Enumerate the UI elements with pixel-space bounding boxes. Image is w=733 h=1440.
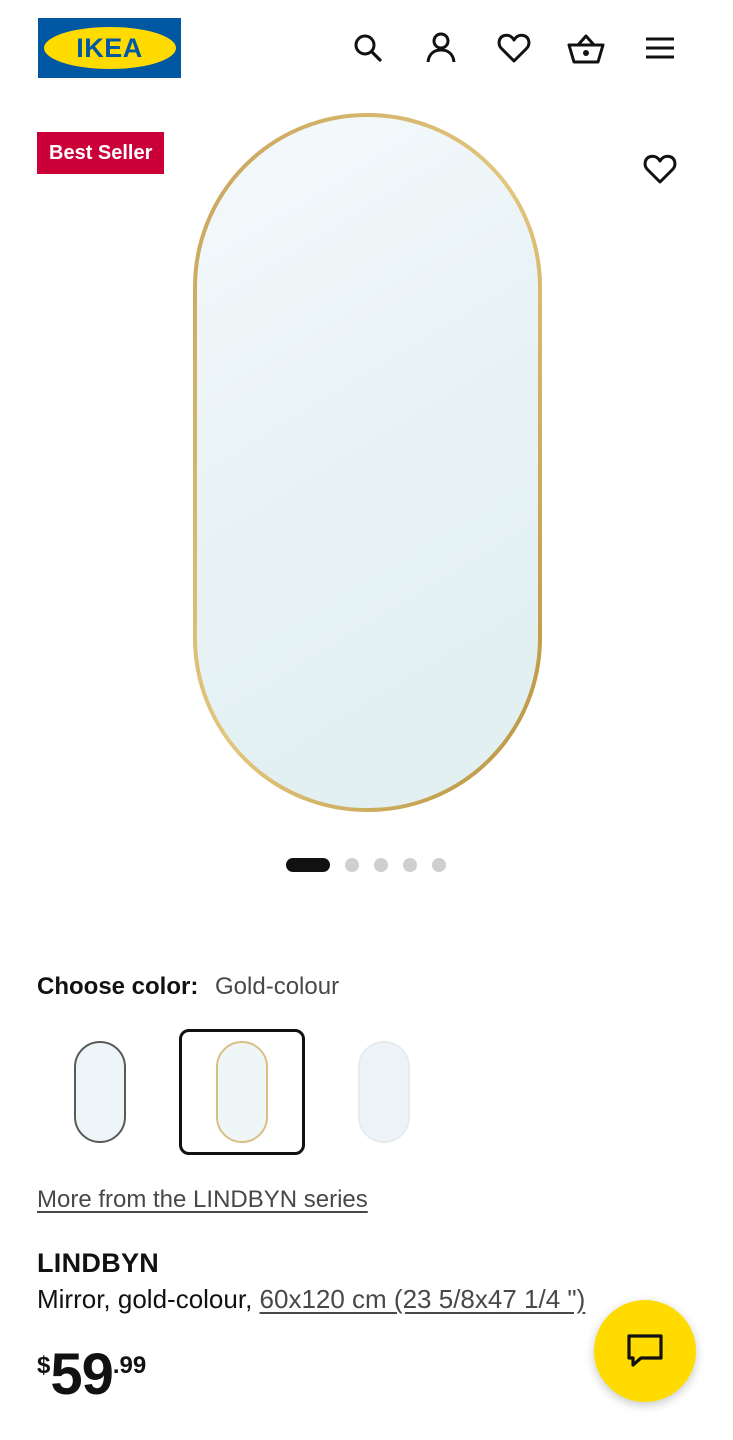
- color-swatch-white[interactable]: [321, 1029, 447, 1155]
- add-to-favourites-button[interactable]: [638, 147, 682, 191]
- product-size-link[interactable]: 60x120 cm (23 5/8x47 1/4 "): [260, 1284, 586, 1314]
- pagination-dot-active[interactable]: [286, 858, 330, 872]
- price-currency: $: [37, 1352, 51, 1379]
- chat-icon: [627, 1334, 663, 1367]
- chat-button[interactable]: [594, 1300, 696, 1402]
- product-name: LINDBYN: [37, 1248, 160, 1278]
- product-description: Mirror, gold-colour, 60x120 cm (23 5/8x4…: [37, 1284, 585, 1315]
- product-price: $ 59 .99: [37, 1342, 146, 1408]
- choose-color-label: Choose color:: [37, 973, 199, 1000]
- product-image-gallery[interactable]: [0, 100, 733, 840]
- price-integer: 59: [50, 1342, 114, 1407]
- pagination-dot[interactable]: [432, 858, 446, 872]
- color-swatch-black[interactable]: [37, 1029, 163, 1155]
- logo-oval: IKEA: [43, 27, 176, 69]
- series-link[interactable]: More from the LINDBYN series: [37, 1186, 368, 1214]
- heart-icon: [643, 154, 677, 184]
- pagination-dot[interactable]: [403, 858, 417, 872]
- color-chooser-label-row: Choose color: Gold-colour: [37, 970, 339, 1004]
- color-swatch-gold[interactable]: [179, 1029, 305, 1155]
- search-icon[interactable]: [348, 28, 388, 68]
- top-navigation: IKEA: [0, 0, 733, 96]
- pagination-dot[interactable]: [374, 858, 388, 872]
- account-icon[interactable]: [421, 28, 461, 68]
- best-seller-badge: Best Seller: [37, 132, 165, 174]
- product-description-text: Mirror, gold-colour,: [37, 1284, 260, 1314]
- pagination-dot[interactable]: [345, 858, 359, 872]
- price-decimals: .99: [112, 1352, 147, 1379]
- ikea-logo[interactable]: IKEA: [38, 18, 181, 78]
- selected-color-value: Gold-colour: [215, 973, 340, 1000]
- logo-text: IKEA: [76, 32, 143, 63]
- mirror-image: [193, 113, 542, 812]
- menu-icon[interactable]: [640, 28, 680, 68]
- basket-icon[interactable]: [566, 28, 606, 68]
- heart-icon[interactable]: [494, 28, 534, 68]
- image-pagination: [286, 856, 446, 874]
- product-page: IKEA Best Seller Choose color: Gold-colo…: [0, 0, 733, 1440]
